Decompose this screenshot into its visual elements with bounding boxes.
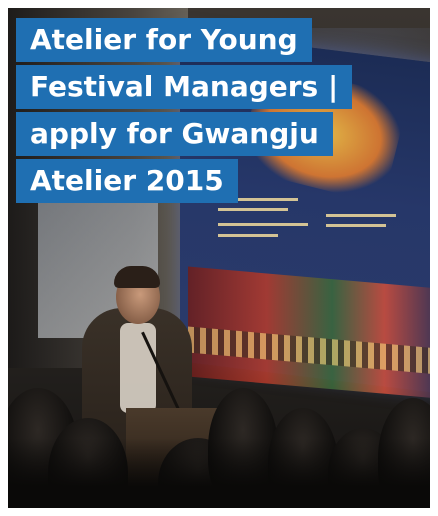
article-card[interactable]: Atelier for Young Festival Managers | ap… bbox=[8, 8, 430, 508]
title-line-1[interactable]: Atelier for Young bbox=[16, 18, 312, 62]
speaker-hair bbox=[114, 266, 160, 288]
speaker-shirt bbox=[120, 323, 156, 413]
title-line-4[interactable]: Atelier 2015 bbox=[16, 159, 238, 203]
title-line-2[interactable]: Festival Managers | bbox=[16, 65, 353, 109]
article-title[interactable]: Atelier for Young Festival Managers | ap… bbox=[16, 16, 356, 204]
audience-shadow bbox=[8, 438, 430, 508]
title-line-3[interactable]: apply for Gwangju bbox=[16, 112, 333, 156]
